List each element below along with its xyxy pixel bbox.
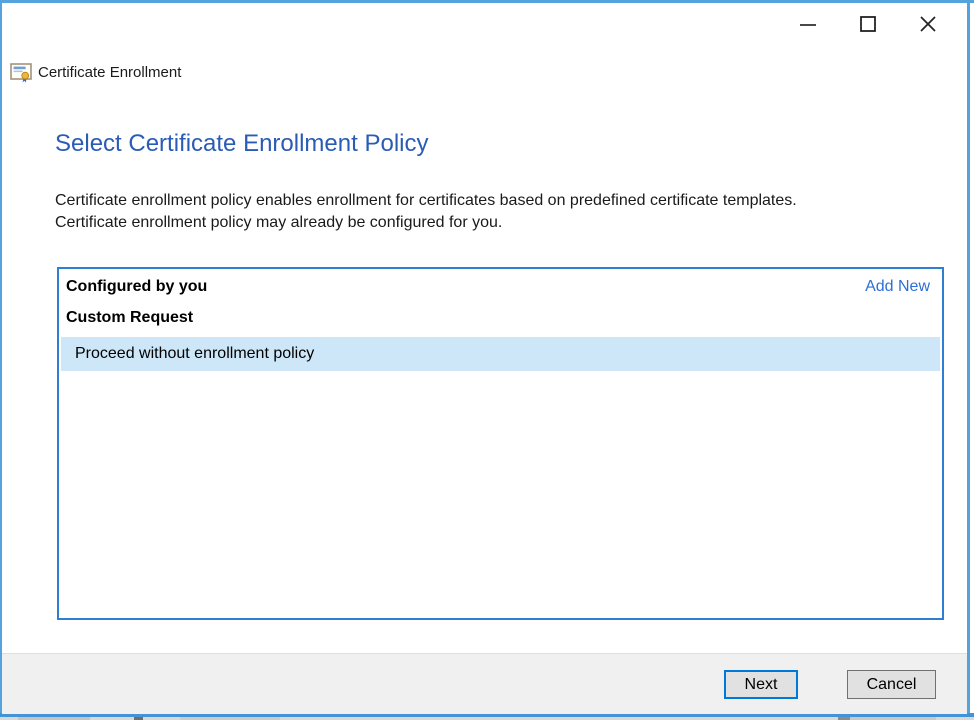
certificate-icon (10, 61, 32, 83)
footer-bar (2, 653, 967, 714)
group-configured-by-you: Configured by you Add New (66, 275, 930, 299)
minimize-icon (799, 15, 817, 33)
list-item-label: Proceed without enrollment policy (75, 345, 314, 363)
maximize-button[interactable] (838, 4, 898, 44)
window-title: Certificate Enrollment (38, 64, 181, 81)
list-item-proceed-without-enrollment-policy[interactable]: Proceed without enrollment policy (61, 337, 940, 371)
next-button[interactable]: Next (724, 670, 798, 699)
maximize-icon (859, 15, 877, 33)
cancel-button[interactable]: Cancel (847, 670, 936, 699)
window-border-left (0, 3, 2, 713)
description-line-1: Certificate enrollment policy enables en… (55, 190, 945, 212)
window-border-right (967, 3, 970, 713)
page-description: Certificate enrollment policy enables en… (55, 190, 945, 234)
add-new-link[interactable]: Add New (865, 278, 930, 296)
window-border-top (0, 0, 974, 3)
minimize-button[interactable] (778, 4, 838, 44)
group-custom-request: Custom Request (66, 306, 193, 330)
group-label-configured-by-you: Configured by you (66, 278, 207, 296)
group-label-custom-request: Custom Request (66, 309, 193, 327)
enrollment-policy-list: Configured by you Add New Custom Request… (57, 267, 944, 620)
description-line-2: Certificate enrollment policy may alread… (55, 212, 945, 234)
close-button[interactable] (898, 4, 958, 44)
close-icon (919, 15, 937, 33)
page-title: Select Certificate Enrollment Policy (55, 130, 428, 158)
